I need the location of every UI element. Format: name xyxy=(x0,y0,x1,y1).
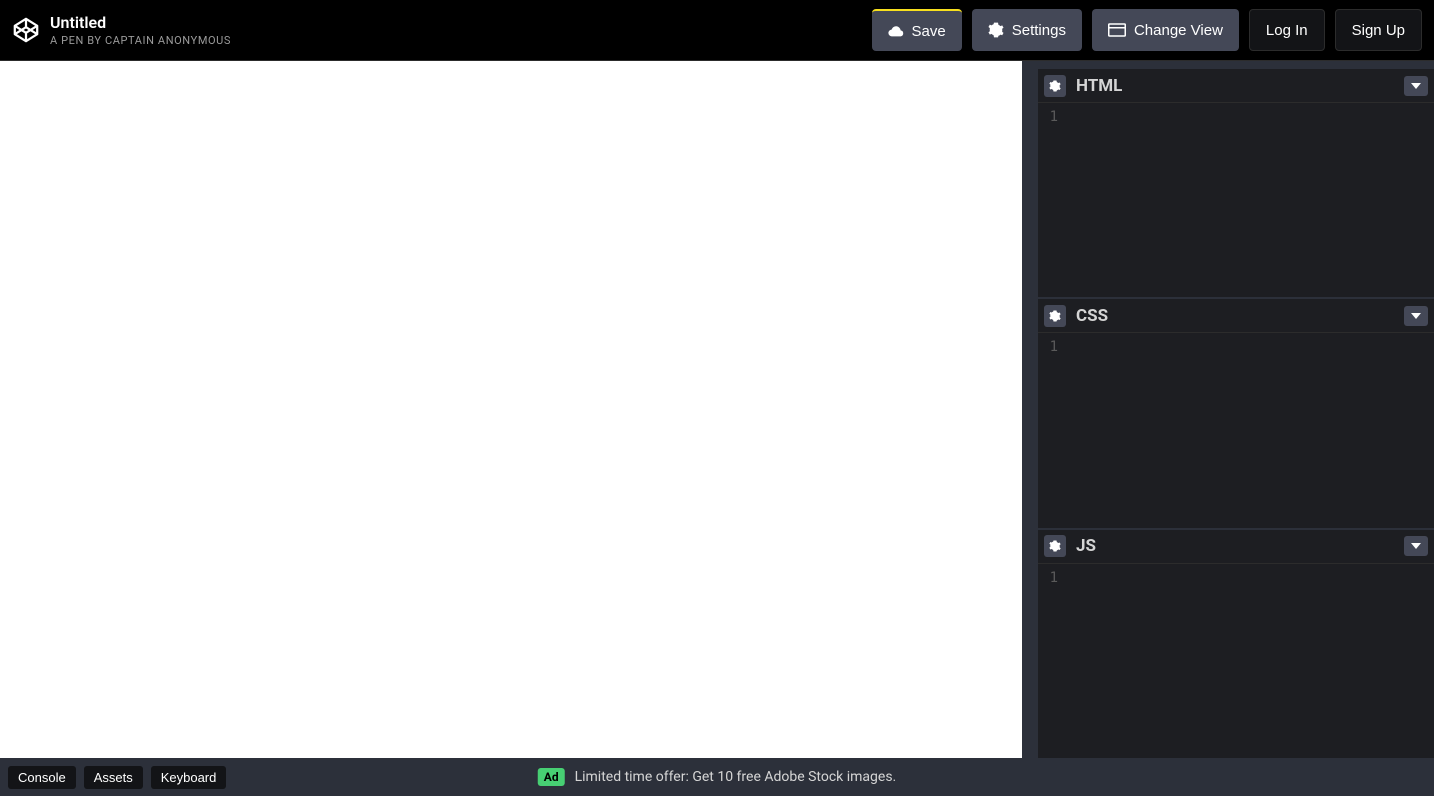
cloud-icon xyxy=(888,25,904,37)
footer-ad[interactable]: Ad Limited time offer: Get 10 free Adobe… xyxy=(538,768,897,786)
save-label: Save xyxy=(912,23,946,40)
code-area-js[interactable]: 1 xyxy=(1038,564,1434,758)
editor-pane-css: CSS 1 xyxy=(1038,299,1434,527)
pen-title[interactable]: Untitled xyxy=(50,13,231,32)
pane-title-js: JS xyxy=(1076,536,1096,556)
signup-button[interactable]: Sign Up xyxy=(1335,9,1422,51)
ad-badge: Ad xyxy=(538,768,565,786)
code-text[interactable] xyxy=(1066,103,1434,297)
settings-button[interactable]: Settings xyxy=(972,9,1082,51)
vertical-resizer[interactable] xyxy=(1022,61,1038,758)
pane-header-left: HTML xyxy=(1044,75,1122,97)
editors-column: HTML 1 xyxy=(1038,61,1434,758)
settings-label: Settings xyxy=(1012,22,1066,39)
main: HTML 1 xyxy=(0,61,1434,758)
code-area-css[interactable]: 1 xyxy=(1038,333,1434,527)
pane-title-html: HTML xyxy=(1076,76,1122,96)
gear-icon xyxy=(1049,310,1061,322)
pane-header-left: JS xyxy=(1044,535,1096,557)
assets-button[interactable]: Assets xyxy=(84,766,143,789)
line-number: 1 xyxy=(1038,103,1066,297)
css-expand-button[interactable] xyxy=(1404,306,1428,326)
pane-header-css: CSS xyxy=(1038,299,1434,333)
login-label: Log In xyxy=(1266,22,1308,39)
signup-label: Sign Up xyxy=(1352,22,1405,39)
css-settings-button[interactable] xyxy=(1044,305,1066,327)
editor-pane-html: HTML 1 xyxy=(1038,69,1434,297)
preview-pane[interactable] xyxy=(0,61,1022,758)
login-button[interactable]: Log In xyxy=(1249,9,1325,51)
html-settings-button[interactable] xyxy=(1044,75,1066,97)
js-expand-button[interactable] xyxy=(1404,536,1428,556)
footer: Console Assets Keyboard Ad Limited time … xyxy=(0,758,1434,796)
gear-icon xyxy=(1049,540,1061,552)
pane-title-css: CSS xyxy=(1076,306,1108,326)
change-view-button[interactable]: Change View xyxy=(1092,9,1239,51)
header-buttons: Save Settings Change View Log In Sign Up xyxy=(872,9,1422,51)
line-number: 1 xyxy=(1038,564,1066,758)
gear-icon xyxy=(988,22,1004,38)
codepen-logo-icon[interactable] xyxy=(12,16,40,44)
line-number: 1 xyxy=(1038,333,1066,527)
html-expand-button[interactable] xyxy=(1404,76,1428,96)
view-icon xyxy=(1108,23,1126,37)
editors-top-gap xyxy=(1038,61,1434,69)
console-button[interactable]: Console xyxy=(8,766,76,789)
code-text[interactable] xyxy=(1066,333,1434,527)
js-settings-button[interactable] xyxy=(1044,535,1066,557)
save-button[interactable]: Save xyxy=(872,9,962,51)
keyboard-button[interactable]: Keyboard xyxy=(151,766,227,789)
header: Untitled A PEN BY CAPTAIN ANONYMOUS Save… xyxy=(0,0,1434,61)
code-area-html[interactable]: 1 xyxy=(1038,103,1434,297)
editor-pane-js: JS 1 xyxy=(1038,530,1434,758)
title-block: Untitled A PEN BY CAPTAIN ANONYMOUS xyxy=(50,13,231,47)
chevron-down-icon xyxy=(1411,543,1421,549)
chevron-down-icon xyxy=(1411,313,1421,319)
code-text[interactable] xyxy=(1066,564,1434,758)
chevron-down-icon xyxy=(1411,83,1421,89)
change-view-label: Change View xyxy=(1134,22,1223,39)
pen-byline: A PEN BY CAPTAIN ANONYMOUS xyxy=(50,34,231,47)
ad-text: Limited time offer: Get 10 free Adobe St… xyxy=(575,769,897,785)
pane-header-js: JS xyxy=(1038,530,1434,564)
pane-header-html: HTML xyxy=(1038,69,1434,103)
pane-header-left: CSS xyxy=(1044,305,1108,327)
gear-icon xyxy=(1049,80,1061,92)
header-left: Untitled A PEN BY CAPTAIN ANONYMOUS xyxy=(12,13,231,47)
